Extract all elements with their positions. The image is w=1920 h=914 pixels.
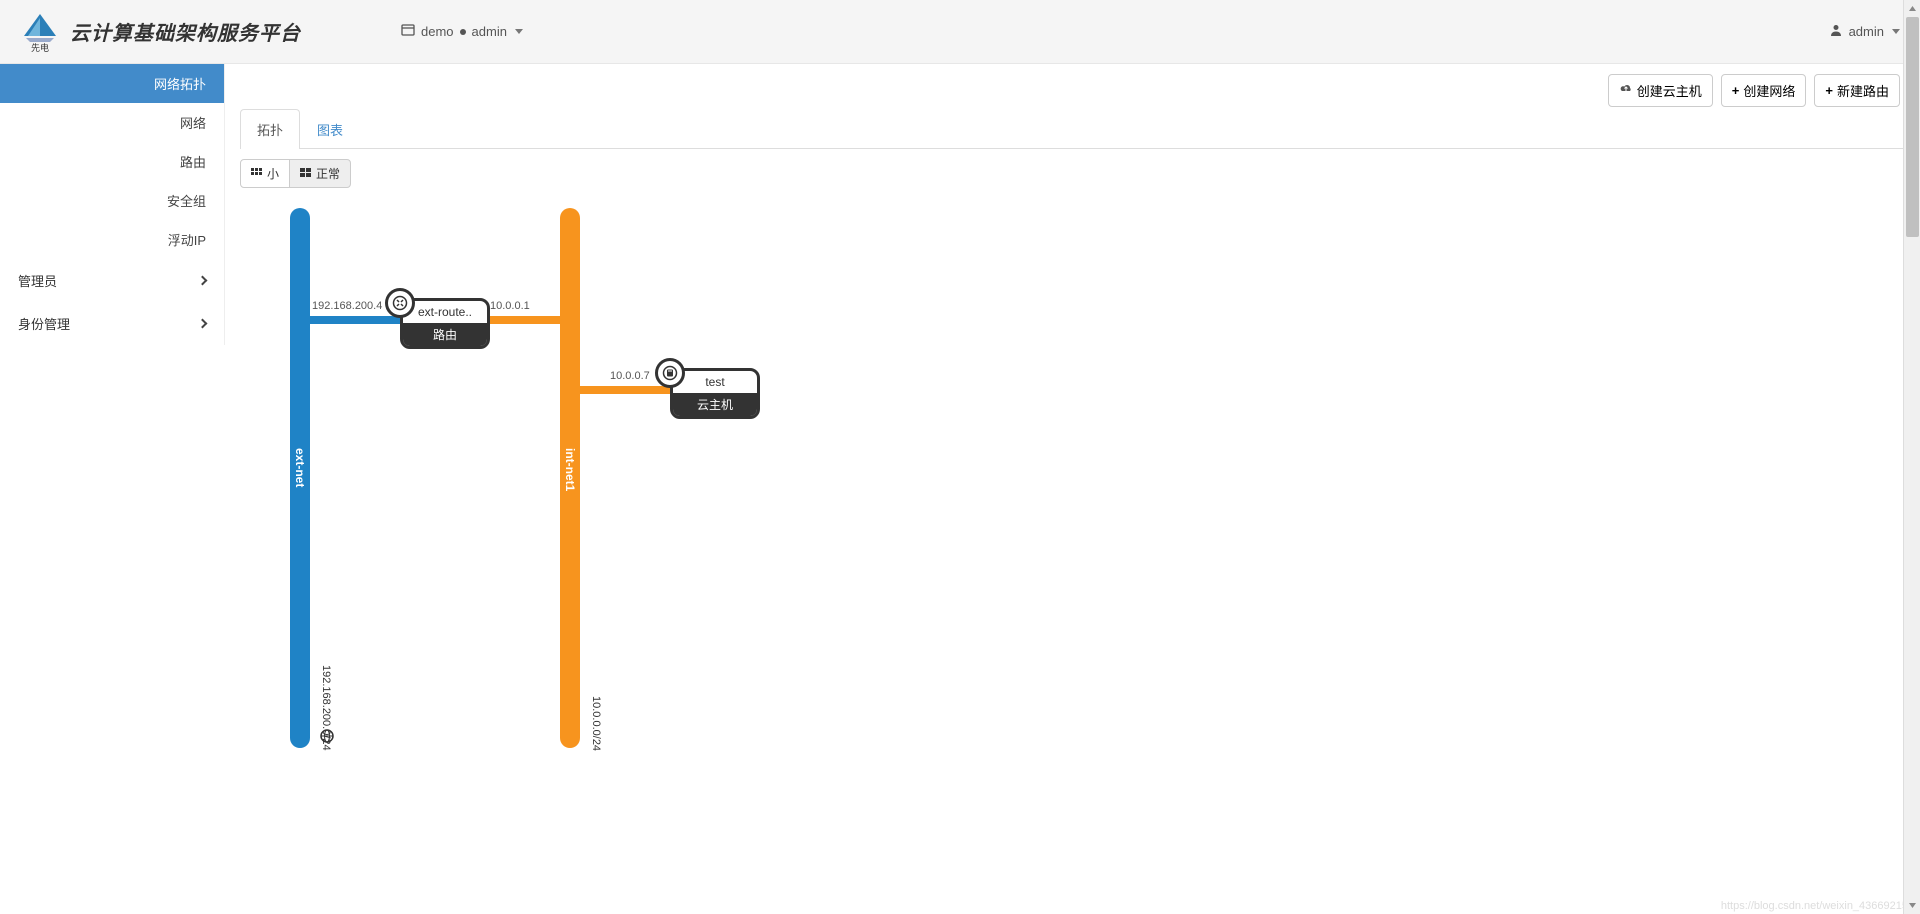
- create-instance-button[interactable]: 创建云主机: [1608, 74, 1713, 107]
- button-label: 创建网络: [1743, 81, 1795, 100]
- network-cidr: 10.0.0.0/24: [590, 696, 602, 751]
- sidebar-item-network-topology[interactable]: 网络拓扑: [0, 64, 224, 103]
- sidebar-group-identity[interactable]: 身份管理: [0, 302, 224, 345]
- ip-label: 10.0.0.1: [490, 300, 530, 312]
- plus-icon: +: [1825, 83, 1833, 98]
- network-bar-int-net1[interactable]: int-net1 10.0.0.0/24: [560, 208, 580, 748]
- caret-down-icon: [515, 29, 523, 34]
- link-instance-int: [570, 386, 670, 394]
- sidebar-item-label: 网络: [180, 113, 206, 132]
- create-router-button[interactable]: + 新建路由: [1814, 74, 1900, 107]
- sidebar-item-routers[interactable]: 路由: [0, 142, 224, 181]
- brand-title: 云计算基础架构服务平台: [70, 17, 301, 46]
- cloud-upload-icon: [1619, 83, 1633, 98]
- scroll-down-arrow-icon[interactable]: [1904, 897, 1920, 914]
- sidebar-group-label: 身份管理: [18, 314, 70, 333]
- brand: 先电 云计算基础架构服务平台: [20, 12, 301, 52]
- size-toggle: 小 正常: [240, 159, 351, 188]
- sidebar: 网络拓扑 网络 路由 安全组 浮动IP 管理员 身份管理: [0, 64, 225, 345]
- device-type: 路由: [403, 323, 487, 346]
- button-label: 创建云主机: [1637, 81, 1702, 100]
- button-label: 小: [267, 165, 279, 182]
- main-content: 创建云主机 + 创建网络 + 新建路由 拓扑 图表 小 正常: [225, 64, 1920, 783]
- sidebar-item-label: 路由: [180, 152, 206, 171]
- grid-normal-icon: [300, 167, 312, 181]
- button-label: 正常: [316, 165, 340, 182]
- topology-canvas[interactable]: ext-net 192.168.200.0/24 int-net1 10.0.0…: [240, 208, 1905, 768]
- caret-down-icon: [1892, 29, 1900, 34]
- tab-label: 拓扑: [257, 123, 283, 138]
- server-icon: [655, 358, 685, 388]
- vertical-scrollbar[interactable]: [1903, 0, 1920, 914]
- sidebar-item-floating-ips[interactable]: 浮动IP: [0, 220, 224, 259]
- tab-topology[interactable]: 拓扑: [240, 109, 300, 149]
- button-label: 新建路由: [1837, 81, 1889, 100]
- ip-label: 10.0.0.7: [610, 370, 650, 382]
- tab-label: 图表: [317, 123, 343, 138]
- chevron-right-icon: [198, 319, 208, 329]
- device-name: test: [673, 371, 757, 393]
- sidebar-item-security-groups[interactable]: 安全组: [0, 181, 224, 220]
- network-name: ext-net: [293, 448, 307, 487]
- link-ext-router: [300, 316, 400, 324]
- brand-logo-icon: 先电: [20, 12, 60, 52]
- plus-icon: +: [1732, 83, 1740, 98]
- project-name: demo: [421, 24, 454, 39]
- globe-icon: [320, 729, 334, 748]
- watermark: https://blog.csdn.net/weixin_43669215: [1721, 900, 1908, 912]
- bullet-icon: [460, 29, 466, 35]
- ip-label: 192.168.200.4: [312, 300, 382, 312]
- chevron-right-icon: [198, 276, 208, 286]
- project-context-dropdown[interactable]: demo admin: [401, 23, 523, 40]
- sidebar-item-label: 安全组: [167, 191, 206, 210]
- sidebar-group-admin[interactable]: 管理员: [0, 259, 224, 302]
- user-icon: [1829, 23, 1843, 40]
- context-user: admin: [472, 24, 507, 39]
- instance-node[interactable]: test 云主机: [670, 368, 760, 419]
- sidebar-item-label: 浮动IP: [168, 230, 206, 249]
- brand-logo-text: 先电: [20, 41, 60, 54]
- user-dropdown[interactable]: admin: [1829, 23, 1900, 40]
- window-icon: [401, 23, 415, 40]
- router-node[interactable]: ext-route.. 路由: [400, 298, 490, 349]
- topbar: 先电 云计算基础架构服务平台 demo admin admin: [0, 0, 1920, 64]
- router-icon: [385, 288, 415, 318]
- device-name: ext-route..: [403, 301, 487, 323]
- scroll-thumb[interactable]: [1906, 17, 1919, 237]
- grid-small-icon: [251, 167, 263, 181]
- device-type: 云主机: [673, 393, 757, 416]
- sidebar-group-label: 管理员: [18, 271, 57, 290]
- size-small-button[interactable]: 小: [240, 159, 290, 188]
- user-name: admin: [1849, 24, 1884, 39]
- scroll-up-arrow-icon[interactable]: [1904, 0, 1920, 17]
- network-bar-ext-net[interactable]: ext-net 192.168.200.0/24: [290, 208, 310, 748]
- size-normal-button[interactable]: 正常: [289, 159, 351, 188]
- sidebar-item-label: 网络拓扑: [154, 74, 206, 93]
- network-name: int-net1: [563, 448, 577, 491]
- action-buttons: 创建云主机 + 创建网络 + 新建路由: [1608, 74, 1900, 107]
- view-tabs: 拓扑 图表: [240, 109, 1905, 149]
- tab-graph[interactable]: 图表: [300, 109, 360, 149]
- sidebar-item-networks[interactable]: 网络: [0, 103, 224, 142]
- create-network-button[interactable]: + 创建网络: [1721, 74, 1807, 107]
